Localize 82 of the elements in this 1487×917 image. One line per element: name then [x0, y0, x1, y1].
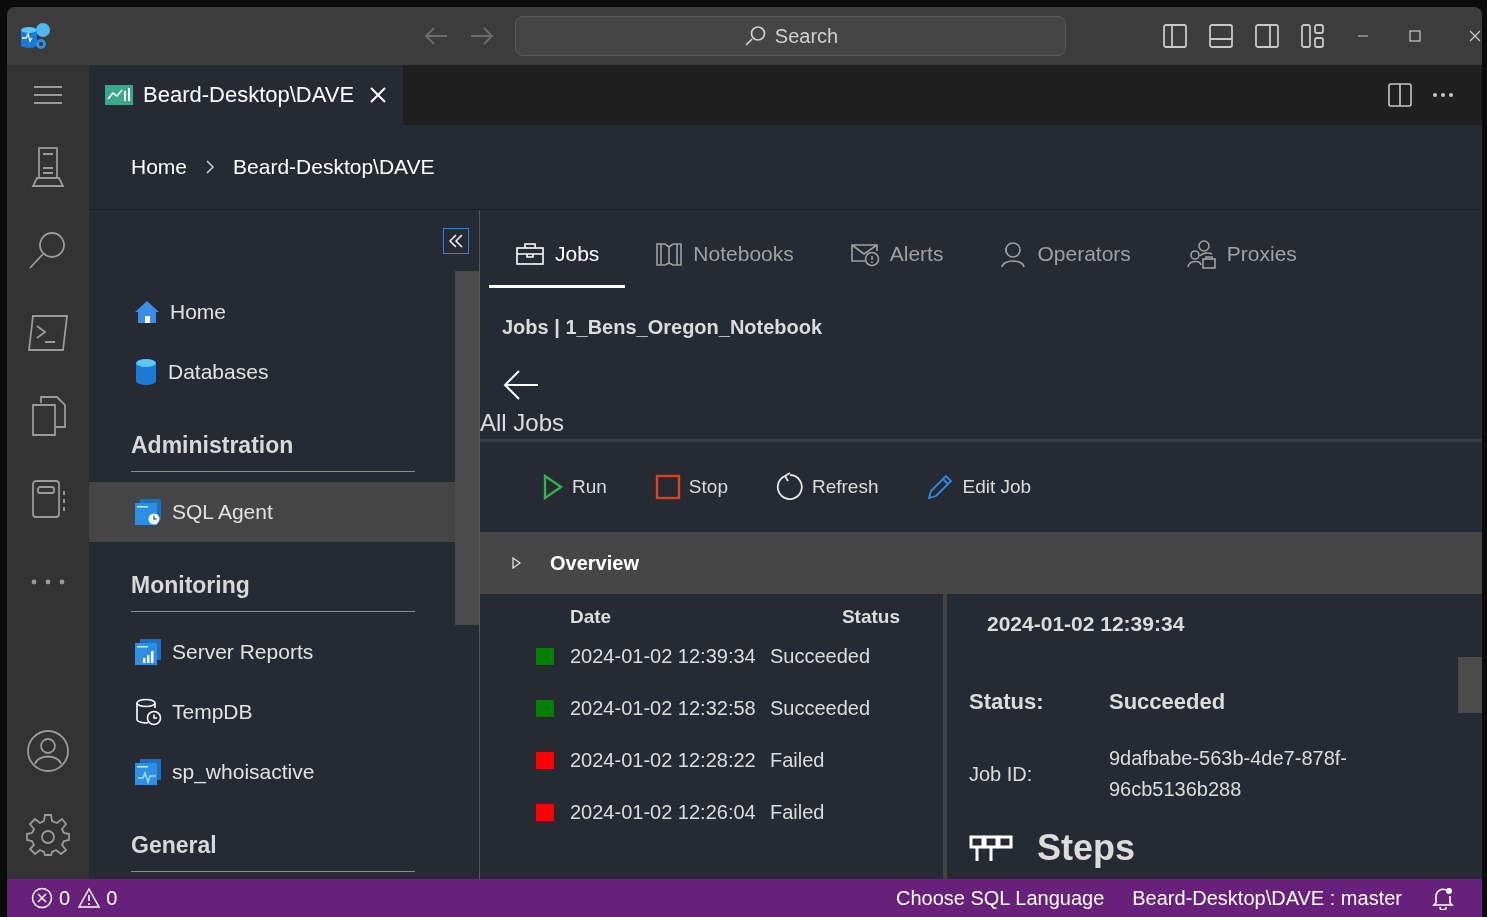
scrollbar-thumb[interactable]	[455, 271, 479, 625]
section-heading: Monitoring	[131, 562, 415, 612]
error-count[interactable]: 0	[59, 886, 71, 910]
sql-pulse-icon	[134, 758, 162, 786]
toolbar-button[interactable]: Run	[542, 473, 607, 501]
warning-count[interactable]: 0	[106, 886, 118, 910]
status-item[interactable]: Choose SQL Language	[895, 886, 1105, 910]
run-date[interactable]: 2024-01-02 12:26:04	[570, 800, 770, 824]
sql-clock-icon	[134, 498, 162, 526]
status-item[interactable]: Beard-Desktop\DAVE : master	[1132, 886, 1402, 910]
database-icon	[134, 358, 158, 386]
envelope-alert-icon	[849, 241, 880, 267]
column-header: Status	[841, 606, 900, 628]
search-field[interactable]: Search	[515, 16, 1066, 56]
briefcase-icon	[515, 242, 545, 266]
field-label: Status:	[969, 688, 1045, 716]
nav-item[interactable]: Home	[89, 282, 456, 342]
run-date[interactable]: 2024-01-02 12:32:58	[570, 696, 770, 720]
cloud-database-logo	[19, 21, 53, 51]
square-icon	[654, 474, 681, 500]
run-status: Failed	[770, 800, 826, 824]
detail-heading: 2024-01-02 12:39:34	[987, 612, 1186, 636]
chart-icon	[105, 85, 133, 105]
nav-item[interactable]: sp_whoisactive	[89, 742, 456, 802]
all-jobs-link[interactable]: All Jobs	[480, 409, 1482, 442]
field-value: Succeeded	[1109, 688, 1227, 716]
toolbar-button[interactable]: Stop	[654, 474, 728, 500]
steps-icon	[969, 833, 1013, 863]
field-value: 9dafbabe-563b-4de7-878f-96cb5136b288	[1109, 746, 1348, 802]
toolbar-button[interactable]: Refresh	[775, 472, 879, 502]
caret-right-icon	[510, 557, 522, 569]
run-status: Succeeded	[770, 696, 872, 720]
collapse-icon[interactable]	[443, 228, 469, 254]
layout-icon[interactable]	[1300, 23, 1326, 49]
agent-tab[interactable]: Proxies	[1160, 223, 1323, 288]
sql-chart-icon	[134, 638, 162, 666]
nav-item[interactable]: Databases	[89, 342, 456, 402]
search-placeholder: Search	[774, 24, 839, 48]
field-label: Job ID:	[969, 761, 1034, 787]
refresh-icon	[775, 472, 804, 502]
database-clock-icon	[134, 698, 162, 726]
split-editor-icon[interactable]	[1388, 83, 1412, 107]
error-icon	[31, 887, 53, 909]
tab-title: Beard-Desktop\DAVE	[143, 82, 355, 108]
scrollbar-thumb[interactable]	[1458, 657, 1482, 713]
job-title: Jobs | 1_Bens_Oregon_Notebook	[502, 316, 824, 339]
more-icon[interactable]	[1432, 92, 1454, 98]
overview-header[interactable]: Overview	[480, 532, 1482, 594]
layout-icon[interactable]	[1162, 23, 1188, 49]
toolbar-button[interactable]: Edit Job	[926, 473, 1032, 501]
pencil-icon	[926, 473, 955, 501]
nav-item[interactable]: Server Reports	[89, 622, 456, 682]
run-date[interactable]: 2024-01-02 12:28:22	[570, 748, 770, 772]
layout-icon[interactable]	[1208, 23, 1234, 49]
bell-icon[interactable]	[1432, 886, 1454, 910]
run-date[interactable]: 2024-01-02 12:39:34	[570, 644, 770, 668]
close-icon[interactable]	[1468, 29, 1482, 43]
column-header: Date	[570, 606, 613, 628]
people-briefcase-icon	[1186, 239, 1217, 269]
book-icon	[655, 241, 684, 267]
maximize-icon[interactable]	[1408, 29, 1422, 43]
nav-item[interactable]: TempDB	[89, 682, 456, 742]
run-status: Failed	[770, 748, 826, 772]
layout-icon[interactable]	[1254, 23, 1280, 49]
house-icon	[134, 299, 160, 325]
section-heading: Administration	[131, 422, 415, 472]
steps-heading: Steps	[1037, 827, 1136, 869]
breadcrumb-item[interactable]: Home	[131, 155, 188, 179]
agent-tab[interactable]: Operators	[973, 223, 1157, 288]
section-heading: General	[131, 822, 415, 872]
back-arrow-icon[interactable]	[502, 369, 540, 401]
person-headset-icon	[999, 240, 1028, 268]
warning-icon	[78, 887, 101, 909]
agent-tab[interactable]: Alerts	[823, 223, 970, 288]
chevron-right-icon	[205, 159, 216, 175]
run-status: Succeeded	[770, 644, 872, 668]
agent-tab[interactable]: Notebooks	[629, 223, 820, 288]
play-icon	[542, 473, 564, 501]
agent-tab[interactable]: Jobs	[489, 223, 626, 288]
nav-item[interactable]: SQL Agent	[89, 482, 456, 542]
breadcrumb-item[interactable]: Beard-Desktop\DAVE	[233, 155, 435, 179]
editor-tab[interactable]: Beard-Desktop\DAVE	[89, 65, 403, 125]
